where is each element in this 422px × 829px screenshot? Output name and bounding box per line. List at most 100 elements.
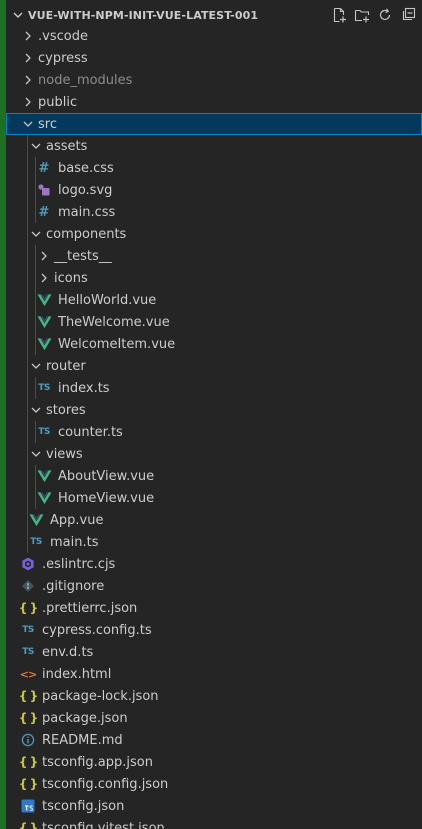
file-tree: .vscode cypress node_modules public src asset… [6,25,422,829]
tree-file-welcomeitem-vue[interactable]: WelcomeItem.vue [6,333,422,355]
tree-item-label: HelloWorld.vue [58,292,157,308]
tree-file-tsconfig-json[interactable]: tsconfig.json [6,795,422,817]
chevron-down-icon[interactable] [10,7,26,23]
tree-file-package-lock-json[interactable]: { } package-lock.json [6,685,422,707]
html-icon: <> [19,667,37,681]
indent-guide [35,201,36,223]
indent-guide [35,333,36,355]
indent-guide [27,267,28,289]
tree-file-readme-md[interactable]: README.md [6,729,422,751]
chevron-right-icon[interactable] [20,50,36,66]
typescript-icon: TS [38,427,50,437]
vue-icon [36,336,52,352]
tree-item-label: HomeView.vue [58,490,155,506]
tree-file-base-css[interactable]: # base.css [6,157,422,179]
tree-folder-public[interactable]: public [6,91,422,113]
tree-file-tsconfig-app-json[interactable]: { } tsconfig.app.json [6,751,422,773]
tree-file-aboutview-vue[interactable]: AboutView.vue [6,465,422,487]
collapse-all-icon[interactable] [398,6,418,24]
chevron-down-icon[interactable] [28,446,44,462]
json-braces-icon: { } [18,821,38,829]
new-file-icon[interactable] [329,6,349,24]
indent-guide [35,157,36,179]
tree-folder-node-modules[interactable]: node_modules [6,69,422,91]
json-braces-icon: { } [18,689,38,703]
tree-item-label: env.d.ts [42,644,94,660]
info-icon [20,732,36,748]
chevron-down-icon[interactable] [20,116,36,132]
tree-file-prettierrc-json[interactable]: { } .prettierrc.json [6,597,422,619]
tree-file-counter-ts[interactable]: TS counter.ts [6,421,422,443]
tree-file-eslintrc-cjs[interactable]: .eslintrc.cjs [6,553,422,575]
tree-item-label: logo.svg [58,182,113,198]
tree-file-index-html[interactable]: <> index.html [6,663,422,685]
tree-item-label: .eslintrc.cjs [42,556,116,572]
tree-file-tsconfig-vitest-json[interactable]: { } tsconfig.vitest.json [6,817,422,829]
tree-file-thewelcome-vue[interactable]: TheWelcome.vue [6,311,422,333]
indent-guide [35,311,36,333]
chevron-right-icon[interactable] [20,72,36,88]
indent-guide [35,179,36,201]
tree-file-index-ts[interactable]: TS index.ts [6,377,422,399]
tree-item-label: TheWelcome.vue [58,314,170,330]
tree-file-env-d-ts[interactable]: TS env.d.ts [6,641,422,663]
chevron-right-icon[interactable] [36,248,52,264]
tree-file-tsconfig-config-json[interactable]: { } tsconfig.config.json [6,773,422,795]
chevron-right-icon[interactable] [36,270,52,286]
tree-item-label: components [46,226,127,242]
tree-file-cypress-config-ts[interactable]: TS cypress.config.ts [6,619,422,641]
tree-folder-views[interactable]: views [6,443,422,465]
indent-guide [35,465,36,487]
chevron-right-icon[interactable] [20,28,36,44]
refresh-icon[interactable] [375,6,395,24]
vue-icon [36,292,52,308]
indent-guide [27,135,28,157]
tree-folder-src[interactable]: src [6,113,422,135]
tree-item-label: views [46,446,83,462]
tree-item-label: cypress.config.ts [42,622,152,638]
chevron-down-icon[interactable] [28,402,44,418]
tree-file-package-json[interactable]: { } package.json [6,707,422,729]
tree-item-label: tsconfig.app.json [42,754,153,770]
typescript-icon: TS [38,383,50,393]
tree-file-main-css[interactable]: # main.css [6,201,422,223]
indent-guide [27,355,28,377]
chevron-down-icon[interactable] [28,226,44,242]
tree-file-homeview-vue[interactable]: HomeView.vue [6,487,422,509]
svg-image-icon [36,182,52,198]
tree-file-app-vue[interactable]: App.vue [6,509,422,531]
tsconfig-icon [20,798,36,814]
new-folder-icon[interactable] [352,6,372,24]
tree-file-main-ts[interactable]: TS main.ts [6,531,422,553]
tree-folder-components[interactable]: components [6,223,422,245]
tree-folder-router[interactable]: router [6,355,422,377]
chevron-right-icon[interactable] [20,94,36,110]
tree-folder-cypress[interactable]: cypress [6,47,422,69]
tree-item-label: cypress [38,50,88,66]
json-braces-icon: { } [18,711,38,725]
tree-item-label: assets [46,138,88,154]
chevron-down-icon[interactable] [28,138,44,154]
tree-folder-assets[interactable]: assets [6,135,422,157]
vue-icon [36,314,52,330]
typescript-icon: TS [22,647,34,657]
tree-folder-tests[interactable]: __tests__ [6,245,422,267]
tree-item-label: AboutView.vue [58,468,155,484]
tree-item-label: main.ts [50,534,99,550]
typescript-icon: TS [22,625,34,635]
tree-file-gitignore[interactable]: .gitignore [6,575,422,597]
tree-folder-icons[interactable]: icons [6,267,422,289]
indent-guide [27,179,28,201]
indent-guide [27,201,28,223]
tree-file-helloworld-vue[interactable]: HelloWorld.vue [6,289,422,311]
tree-item-label: router [46,358,86,374]
tree-item-label: package-lock.json [42,688,159,704]
tree-item-label: stores [46,402,86,418]
indent-guide [27,399,28,421]
tree-folder-vscode[interactable]: .vscode [6,25,422,47]
chevron-down-icon[interactable] [28,358,44,374]
tree-file-logo-svg[interactable]: logo.svg [6,179,422,201]
tree-item-label: index.ts [58,380,110,396]
json-braces-icon: { } [18,755,38,769]
tree-folder-stores[interactable]: stores [6,399,422,421]
